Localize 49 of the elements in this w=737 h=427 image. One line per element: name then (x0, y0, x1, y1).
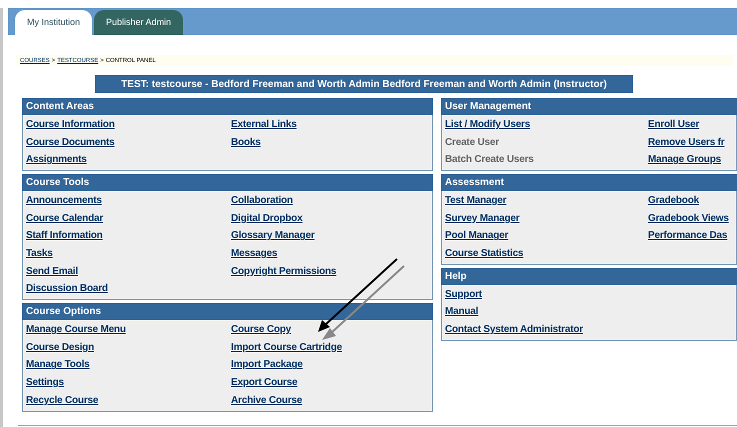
tab[interactable]: My Institution (15, 10, 92, 35)
menu-link[interactable]: Archive Course (231, 394, 302, 407)
menu-link[interactable]: Pool Manager (445, 230, 508, 242)
menu-link[interactable]: Manage Tools (26, 359, 90, 372)
menu-link[interactable]: External Links (231, 118, 297, 131)
panel-header: Assessment (441, 174, 737, 192)
panel-header: Content Areas (22, 98, 433, 115)
menu-link[interactable]: Contact System Administrator (445, 324, 583, 336)
course-title: TEST: testcourse - Bedford Freeman and Worth Admin Bedford Freeman and Worth Admin (Instructor) (121, 78, 607, 92)
menu-link[interactable]: Test Manager (445, 194, 506, 207)
menu-link[interactable]: Gradebook (648, 194, 699, 207)
menu-link[interactable]: Enroll User (648, 118, 700, 131)
menu-link[interactable]: Books (231, 136, 261, 149)
menu-link[interactable]: Course Information (26, 118, 115, 131)
menu-link[interactable]: Messages (231, 248, 278, 260)
menu-link[interactable]: Course Documents (26, 136, 114, 149)
menu-link[interactable]: Manage Groups (648, 154, 721, 166)
menu-link[interactable]: Digital Dropbox (231, 212, 302, 225)
menu-link[interactable]: Survey Manager (445, 212, 520, 225)
menu-link[interactable]: Collaboration (231, 194, 293, 207)
menu-link[interactable]: Course Statistics (445, 248, 524, 260)
panel-header: Help (441, 268, 737, 285)
menu-link[interactable]: Recycle Course (26, 394, 98, 407)
menu-link[interactable]: Support (445, 288, 482, 301)
tab[interactable]: Publisher Admin (94, 10, 184, 35)
menu-link[interactable]: Staff Information (26, 230, 103, 242)
menu-link[interactable]: Settings (26, 377, 64, 390)
menu-link[interactable]: Gradebook Views (648, 212, 729, 225)
menu-link[interactable]: Remove Users fr (648, 136, 724, 149)
menu-link[interactable]: Manage Course Menu (26, 324, 126, 336)
panel-header: Course Options (22, 303, 433, 320)
menu-link[interactable]: Course Design (26, 342, 94, 354)
menu-link[interactable]: Course Copy (231, 324, 292, 336)
menu-link[interactable]: Import Course Cartridge (231, 342, 342, 354)
menu-link[interactable]: Copyright Permissions (231, 266, 336, 278)
menu-link[interactable]: Tasks (26, 248, 53, 260)
menu-link[interactable]: Import Package (231, 359, 303, 372)
menu-link[interactable]: Glossary Manager (231, 230, 315, 242)
menu-link[interactable]: Performance Das (648, 230, 728, 242)
menu-link[interactable]: List / Modify Users (445, 118, 530, 131)
panel-header: User Management (441, 98, 737, 115)
menu-link[interactable]: Assignments (26, 154, 87, 166)
menu-link[interactable]: Course Calendar (26, 212, 104, 225)
panel-header: Course Tools (22, 174, 433, 192)
menu-link[interactable]: Send Email (26, 266, 78, 278)
menu-link[interactable]: Announcements (26, 194, 102, 207)
menu-link[interactable]: Export Course (231, 377, 298, 390)
menu-link[interactable]: Discussion Board (26, 283, 108, 296)
menu-link[interactable]: Manual (445, 306, 478, 318)
